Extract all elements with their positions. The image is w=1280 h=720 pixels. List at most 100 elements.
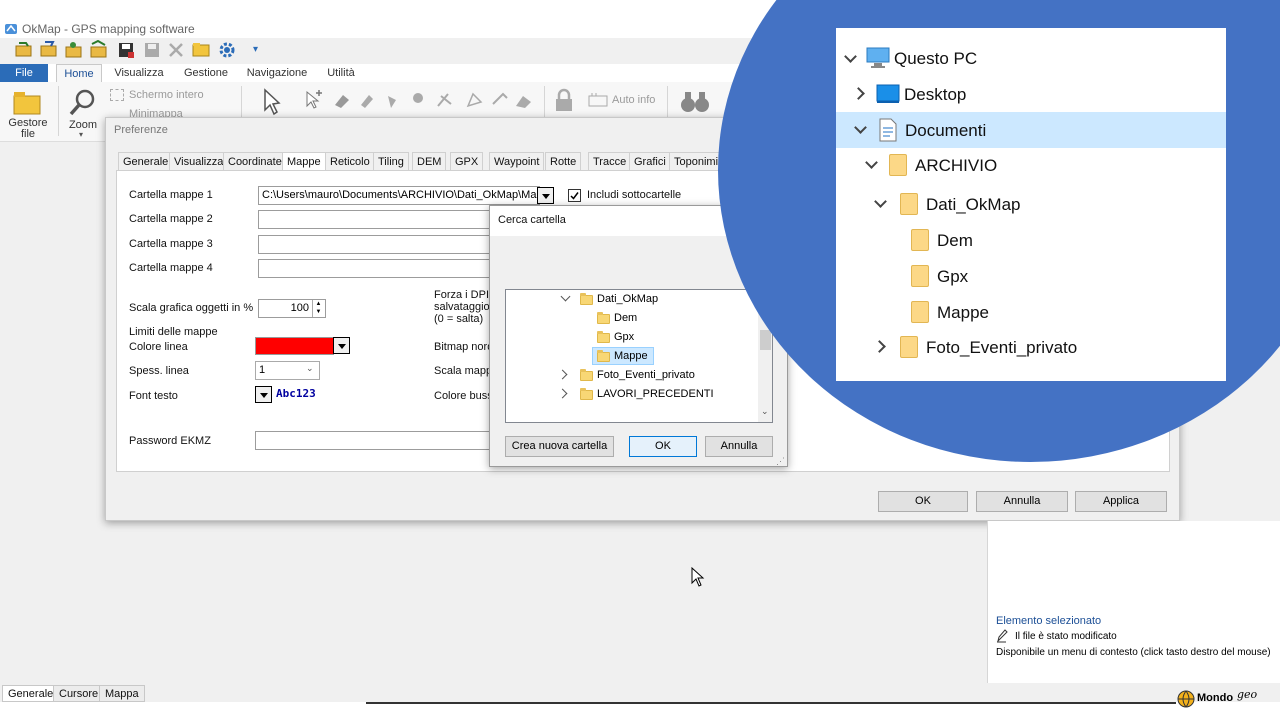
qat-customize-icon[interactable]: ▾	[253, 44, 258, 55]
annulla-button[interactable]: Annulla	[976, 491, 1068, 512]
tab-mappa[interactable]: Mappa	[99, 685, 145, 702]
status-line-2: Disponibile un menu di contesto (click t…	[996, 647, 1271, 658]
folder-icon[interactable]	[12, 88, 42, 116]
password-ekmz-field[interactable]	[255, 431, 491, 450]
tab-toponimi[interactable]: Toponimi	[669, 152, 724, 171]
cartella-mappe-2-field[interactable]	[258, 210, 493, 229]
tree-item-gpx[interactable]: Gpx	[506, 328, 772, 346]
tree-item-mappe[interactable]: Mappe	[937, 303, 989, 323]
new-folder-button[interactable]: Crea nuova cartella	[505, 436, 614, 457]
edit-tools-icon[interactable]	[333, 90, 533, 110]
tab-navigazione[interactable]: Navigazione	[243, 64, 311, 82]
cartella-mappe-4-field[interactable]	[258, 259, 493, 278]
tree-item-documenti[interactable]: Documenti	[905, 121, 986, 141]
chevron-right-icon[interactable]	[557, 388, 568, 399]
open-track-icon[interactable]	[89, 40, 109, 60]
folder-icon	[889, 154, 907, 176]
applica-button[interactable]: Applica	[1075, 491, 1167, 512]
gear-icon[interactable]	[217, 40, 237, 60]
colore-linea-dropdown[interactable]	[333, 337, 350, 354]
cartella-mappe-3-label: Cartella mappe 3	[129, 238, 213, 250]
tree-item-dati-okmap[interactable]: Dati_OkMap	[506, 290, 772, 308]
folder-icon	[580, 293, 593, 305]
binoculars-icon[interactable]	[680, 90, 710, 114]
tab-rotte[interactable]: Rotte	[545, 152, 582, 171]
open-route-icon[interactable]	[64, 40, 84, 60]
tab-tiling[interactable]: Tiling	[373, 152, 409, 171]
tab-file[interactable]: File	[0, 64, 48, 82]
chevron-right-icon[interactable]	[557, 369, 568, 380]
tab-reticolo[interactable]: Reticolo	[325, 152, 375, 171]
desktop-icon	[876, 84, 900, 103]
tab-visualizza[interactable]: Visualizza	[108, 64, 170, 82]
includi-sottocartelle-checkbox[interactable]	[568, 189, 581, 202]
chevron-down-icon[interactable]	[560, 291, 571, 302]
minimappa-button[interactable]: Minimappa	[129, 108, 183, 117]
tree-item-archivio[interactable]: ARCHIVIO	[915, 156, 997, 176]
pencil-icon	[997, 629, 1008, 643]
tab-dem[interactable]: DEM	[412, 152, 447, 171]
tree-item-gpx[interactable]: Gpx	[937, 267, 968, 287]
chevron-down-icon[interactable]: ⌄	[761, 406, 769, 417]
gestore-file-button[interactable]: Gestore file	[6, 118, 50, 140]
tab-grafici[interactable]: Grafici	[629, 152, 671, 171]
tab-cursore[interactable]: Cursore	[53, 685, 105, 702]
globe-icon	[1177, 690, 1195, 708]
cartella-mappe-1-field[interactable]: C:\Users\mauro\Documents\ARCHIVIO\Dati_O…	[258, 186, 540, 205]
logo-text: Mondo	[1197, 692, 1234, 704]
tree-item-foto-eventi[interactable]: Foto_Eventi_privato	[506, 366, 772, 384]
open-folder-icon[interactable]	[39, 40, 59, 60]
tree-item-dati-okmap[interactable]: Dati_OkMap	[926, 195, 1020, 215]
tab-gestione[interactable]: Gestione	[178, 64, 234, 82]
folder-icon	[580, 369, 593, 381]
status-title: Elemento selezionato	[996, 615, 1102, 627]
folder-icon	[911, 265, 929, 287]
tree-item-mappe-selected[interactable]: Mappe	[592, 347, 654, 365]
app-title: OkMap - GPS mapping software	[22, 22, 195, 36]
font-testo-dropdown[interactable]	[255, 386, 272, 403]
spinner-arrows-icon[interactable]: ▲ ▼	[312, 300, 324, 317]
tab-gpx[interactable]: GPX	[450, 152, 484, 171]
cartella-mappe-3-field[interactable]	[258, 235, 493, 254]
scrollbar-thumb[interactable]	[760, 330, 771, 350]
document-icon	[879, 118, 897, 142]
chevron-right-icon[interactable]	[873, 340, 886, 353]
pointer-icon[interactable]	[262, 88, 282, 116]
chevron-down-icon[interactable]	[865, 156, 878, 169]
chevron-down-icon[interactable]	[844, 50, 857, 63]
add-pointer-icon[interactable]	[305, 88, 325, 110]
ok-button[interactable]: OK	[878, 491, 968, 512]
lock-icon[interactable]	[554, 88, 574, 112]
zoom-magnifier-icon[interactable]	[68, 88, 98, 118]
annulla-button[interactable]: Annulla	[705, 436, 773, 457]
tree-item-lavori-precedenti[interactable]: LAVORI_PRECEDENTI	[506, 385, 772, 403]
tab-mappe[interactable]: Mappe	[282, 152, 326, 172]
save-icon[interactable]	[116, 40, 136, 60]
tab-utilita[interactable]: Utilità	[320, 64, 362, 82]
folder-icon[interactable]	[191, 40, 211, 60]
tab-waypoint[interactable]: Waypoint	[489, 152, 545, 171]
tree-item-dem[interactable]: Dem	[937, 231, 973, 251]
tab-visualizza[interactable]: Visualizza	[169, 152, 229, 171]
schermo-intero-button[interactable]: Schermo intero	[129, 89, 204, 101]
tab-generale[interactable]: Generale	[118, 152, 174, 171]
tab-generale-bottom[interactable]: Generale	[2, 685, 60, 702]
tree-item-dem[interactable]: Dem	[506, 309, 772, 327]
tab-home[interactable]: Home	[56, 64, 102, 82]
folder-tree[interactable]: Dati_OkMap Dem Gpx Mappe Foto_Eventi_pri…	[505, 289, 773, 423]
open-folder-icon[interactable]	[14, 40, 34, 60]
chevron-right-icon[interactable]	[852, 87, 865, 100]
tree-item-foto-eventi-privato[interactable]: Foto_Eventi_privato	[926, 338, 1077, 358]
fullscreen-icon	[110, 89, 124, 101]
tab-tracce[interactable]: Tracce	[588, 152, 632, 171]
ok-button[interactable]: OK	[629, 436, 697, 457]
cartella-mappe-1-dropdown[interactable]	[537, 187, 554, 204]
tab-coordinate[interactable]: Coordinate	[223, 152, 287, 171]
folder-icon	[580, 388, 593, 400]
resize-grip-icon[interactable]: ⋰	[776, 456, 785, 467]
tree-item-questo-pc[interactable]: Questo PC	[894, 49, 977, 69]
tree-item-desktop[interactable]: Desktop	[904, 85, 966, 105]
auto-info-button[interactable]: Auto info	[612, 94, 655, 106]
chevron-down-icon[interactable]	[874, 195, 887, 208]
colore-linea-swatch[interactable]	[255, 337, 334, 355]
